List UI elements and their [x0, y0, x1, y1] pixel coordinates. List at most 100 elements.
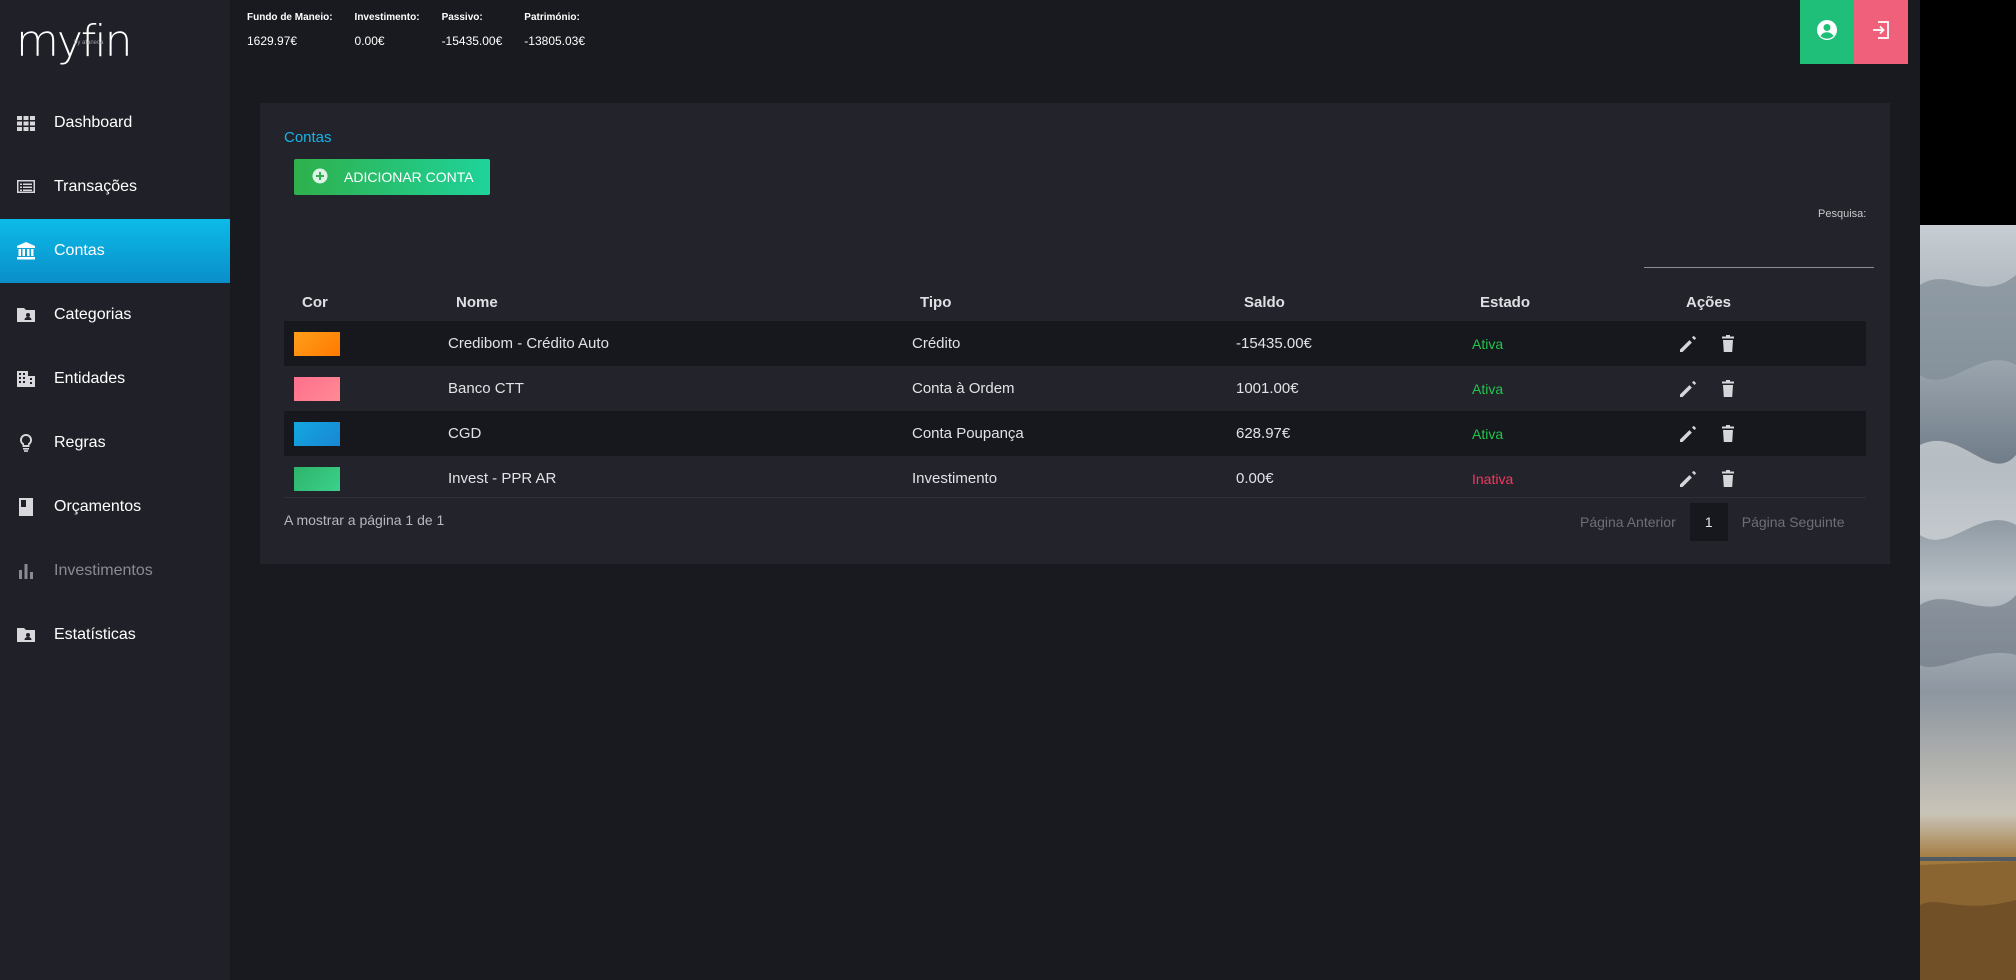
sidebar-item-label: Contas: [54, 242, 105, 259]
logout-button[interactable]: [1854, 0, 1908, 64]
color-cell: [284, 376, 448, 401]
account-type: Crédito: [912, 335, 961, 352]
account-balance: 0.00€: [1236, 470, 1274, 487]
trash-icon[interactable]: [1718, 424, 1738, 444]
page-info: A mostrar a página 1 de 1: [284, 512, 445, 528]
stat-value: 0.00€: [354, 34, 385, 48]
bank-icon: [16, 241, 36, 261]
edit-icon[interactable]: [1678, 424, 1698, 444]
column-header-saldo[interactable]: Saldo: [1236, 294, 1472, 311]
sidebar-item-categorias[interactable]: Categorias: [0, 283, 230, 347]
column-header-tipo[interactable]: Tipo: [912, 294, 1236, 311]
sidebar-item-transacoes[interactable]: Transações: [0, 155, 230, 219]
sidebar-item-entidades[interactable]: Entidades: [0, 347, 230, 411]
book-icon: [16, 497, 36, 517]
stat-investimento: Investimento: 0.00€: [355, 12, 420, 48]
status-badge: Ativa: [1472, 380, 1504, 397]
stat-value: -13805.03€: [524, 34, 586, 48]
table-header: Cor Nome Tipo Saldo Estado Ações: [284, 283, 1866, 321]
trash-icon[interactable]: [1718, 379, 1738, 399]
account-name: Credibom - Crédito Auto: [448, 335, 609, 352]
account-balance: -15435.00€: [1236, 335, 1312, 352]
status-badge: Ativa: [1472, 335, 1504, 352]
user-profile-button[interactable]: [1800, 0, 1854, 64]
sidebar-item-dashboard[interactable]: Dashboard: [0, 91, 230, 155]
user-circle-icon: [1816, 19, 1838, 46]
trash-icon[interactable]: [1718, 469, 1738, 489]
building-icon: [16, 369, 36, 389]
previous-page-button[interactable]: Página Anterior: [1566, 514, 1690, 530]
search-label: Pesquisa:: [1818, 208, 1867, 220]
sidebar-item-regras[interactable]: Regras: [0, 411, 230, 475]
grid-icon: [16, 113, 36, 133]
search-underline: [1644, 267, 1874, 268]
sidebar-item-label: Estatísticas: [54, 626, 136, 643]
row-actions: [1678, 334, 1846, 354]
stat-label: Património:: [524, 12, 580, 23]
stat-label: Fundo de Maneio:: [247, 12, 333, 23]
pagination: Página Anterior 1 Página Seguinte: [1566, 503, 1859, 541]
sidebar-nav: Dashboard Transações Contas Categorias E…: [0, 91, 230, 667]
column-header-cor[interactable]: Cor: [284, 294, 448, 311]
sidebar-item-contas[interactable]: Contas: [0, 219, 230, 283]
stat-patrimonio: Património: -13805.03€: [524, 12, 585, 48]
sidebar-item-label: Regras: [54, 434, 106, 451]
stat-value: -15435.00€: [441, 34, 503, 48]
stat-fundo-maneio: Fundo de Maneio: 1629.97€: [247, 12, 333, 48]
stat-passivo: Passivo: -15435.00€: [442, 12, 503, 48]
edit-icon[interactable]: [1678, 469, 1698, 489]
sidebar-item-label: Categorias: [54, 306, 132, 323]
table-row: Credibom - Crédito Auto Crédito -15435.0…: [284, 321, 1866, 366]
table-row: Banco CTT Conta à Ordem 1001.00€ Ativa: [284, 366, 1866, 411]
plus-circle-icon: [312, 168, 344, 187]
column-header-estado[interactable]: Estado: [1472, 294, 1678, 311]
color-cell: [284, 466, 448, 491]
header-stats: Fundo de Maneio: 1629.97€ Investimento: …: [247, 12, 607, 48]
stat-label: Investimento:: [354, 12, 420, 23]
column-header-acoes: Ações: [1686, 293, 1732, 311]
color-cell: [284, 421, 448, 446]
logo-subtitle: by afaneca: [74, 40, 104, 46]
sidebar: myfin by afaneca Dashboard Transações Co…: [0, 0, 230, 980]
sidebar-item-label: Orçamentos: [54, 498, 142, 515]
sidebar-item-label: Transações: [54, 178, 137, 195]
status-badge: Ativa: [1472, 425, 1504, 442]
account-name: CGD: [448, 425, 482, 442]
account-name: Invest - PPR AR: [448, 470, 557, 487]
column-header-nome[interactable]: Nome: [448, 294, 912, 311]
folder-user-icon: [16, 305, 36, 325]
accounts-table: Cor Nome Tipo Saldo Estado Ações Credibo…: [284, 283, 1866, 501]
row-actions: [1678, 424, 1846, 444]
table-footer-divider: [284, 497, 1866, 498]
page-number-button[interactable]: 1: [1689, 503, 1728, 541]
trash-icon[interactable]: [1718, 334, 1738, 354]
edit-icon[interactable]: [1678, 379, 1698, 399]
account-type: Conta Poupança: [912, 425, 1024, 442]
logout-icon: [1870, 19, 1892, 46]
stat-label: Passivo:: [441, 12, 483, 23]
sidebar-item-label: Entidades: [54, 370, 126, 387]
account-balance: 1001.00€: [1236, 380, 1299, 397]
search-input[interactable]: [1644, 243, 1874, 267]
account-name: Banco CTT: [448, 380, 524, 397]
account-balance: 628.97€: [1236, 425, 1291, 442]
breadcrumb[interactable]: Contas: [284, 129, 332, 146]
row-actions: [1678, 469, 1846, 489]
background-landscape-image: [1920, 225, 2016, 980]
edit-icon[interactable]: [1678, 334, 1698, 354]
stat-value: 1629.97€: [247, 34, 298, 48]
sidebar-item-orcamentos[interactable]: Orçamentos: [0, 475, 230, 539]
bar-chart-icon: [16, 561, 36, 581]
sidebar-item-label: Investimentos: [54, 562, 153, 579]
color-swatch: [294, 376, 340, 401]
background-strip: [1920, 0, 2016, 225]
folder-user-icon: [16, 625, 36, 645]
sidebar-item-estatisticas[interactable]: Estatísticas: [0, 603, 230, 667]
sidebar-item-investimentos[interactable]: Investimentos: [0, 539, 230, 603]
color-swatch: [294, 466, 340, 491]
next-page-button[interactable]: Página Seguinte: [1728, 514, 1859, 530]
row-actions: [1678, 379, 1846, 399]
add-account-button[interactable]: ADICIONAR CONTA: [294, 159, 490, 195]
add-account-label: ADICIONAR CONTA: [344, 169, 474, 185]
color-swatch: [294, 421, 340, 446]
